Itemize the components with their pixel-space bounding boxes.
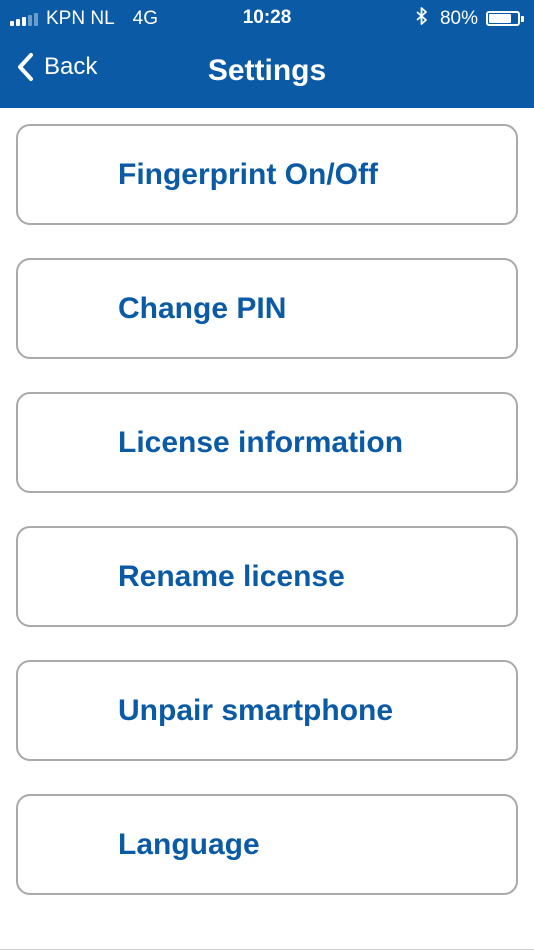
battery-fill <box>489 14 512 23</box>
change-pin-button[interactable]: Change PIN <box>16 258 518 359</box>
menu-item-label: Change PIN <box>118 291 287 325</box>
settings-menu: Fingerprint On/Off Change PIN License in… <box>16 124 518 928</box>
language-button[interactable]: Language <box>16 794 518 895</box>
fingerprint-toggle-button[interactable]: Fingerprint On/Off <box>16 124 518 225</box>
menu-item-label: Fingerprint On/Off <box>118 157 378 191</box>
menu-item-label: Rename license <box>118 559 345 593</box>
settings-screen: KPN NL 4G 10:28 80% Back Settings Finger… <box>0 0 534 950</box>
rename-license-button[interactable]: Rename license <box>16 526 518 627</box>
license-information-button[interactable]: License information <box>16 392 518 493</box>
battery-icon <box>486 11 520 26</box>
page-title: Settings <box>207 54 327 87</box>
unpair-smartphone-button[interactable]: Unpair smartphone <box>16 660 518 761</box>
battery-percent: 80% <box>439 7 478 29</box>
status-bar: KPN NL 4G 10:28 80% <box>0 0 534 36</box>
menu-item-label: Unpair smartphone <box>118 693 394 727</box>
navigation-bar: Back Settings <box>0 36 534 108</box>
menu-item-label: Language <box>118 827 260 861</box>
status-right: 80% <box>416 7 524 30</box>
app-header: KPN NL 4G 10:28 80% Back Settings <box>0 0 534 108</box>
battery-tip <box>521 15 524 22</box>
bluetooth-icon <box>416 7 428 30</box>
menu-item-label: License information <box>118 425 404 459</box>
